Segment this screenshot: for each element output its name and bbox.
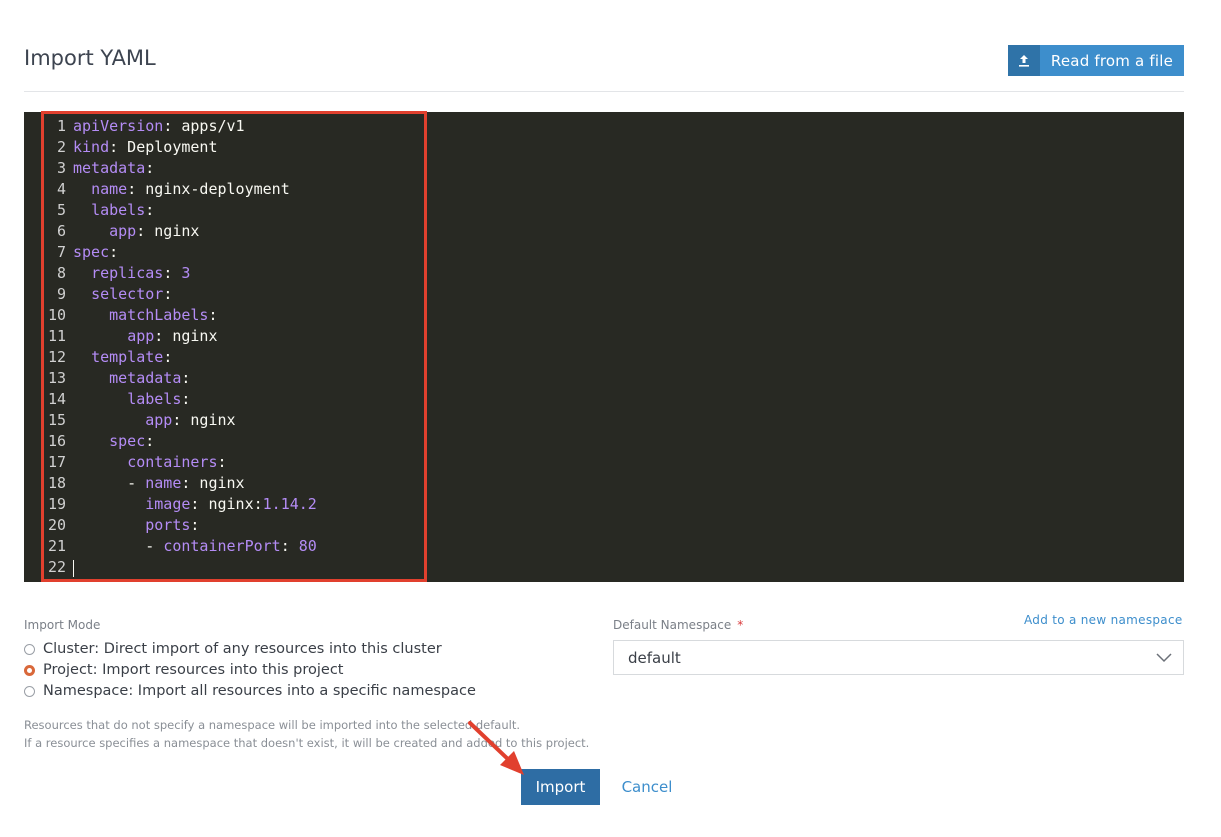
code-line: 4 name: nginx-deployment — [44, 179, 317, 200]
line-number: 21 — [47, 537, 66, 555]
code-text: labels: — [127, 390, 191, 408]
default-namespace-label: Default Namespace * — [613, 618, 743, 632]
yaml-code: 1 apiVersion: apps/v1 2 kind: Deployment 3 me… — [44, 116, 317, 578]
annotation-arrow-icon — [468, 721, 524, 775]
line-number: 8 — [56, 264, 66, 282]
code-text: - name: nginx — [73, 474, 245, 492]
line-number: 6 — [56, 222, 66, 240]
line-number: 19 — [47, 495, 66, 513]
code-text: image: nginx:1.14.2 — [145, 495, 317, 513]
code-line: 6 app: nginx — [44, 221, 317, 242]
line-number: 22 — [47, 558, 66, 576]
line-number: 1 — [56, 117, 66, 135]
radio-cluster-label: Cluster: Direct import of any resources … — [43, 641, 442, 657]
line-number: 7 — [56, 243, 66, 261]
read-from-file-label: Read from a file — [1050, 51, 1174, 70]
code-text: spec: — [73, 243, 119, 261]
header-divider — [24, 91, 1184, 92]
code-text: app: nginx — [145, 411, 236, 429]
code-text: containers: — [127, 453, 227, 471]
radio-namespace-label: Namespace: Import all resources into a s… — [43, 683, 476, 699]
namespace-selected-value: default — [628, 648, 681, 667]
code-line: 12 template: — [44, 347, 317, 368]
radio-project[interactable] — [24, 664, 35, 676]
read-from-file-button[interactable]: Read from a file — [1008, 45, 1184, 76]
code-line: 18 - name: nginx — [44, 473, 317, 494]
cancel-button[interactable]: Cancel — [612, 769, 682, 805]
radio-option-project[interactable]: Project: Import resources into this proj… — [24, 662, 344, 678]
line-number: 13 — [47, 369, 66, 387]
line-number: 9 — [56, 285, 66, 303]
import-button[interactable]: Import — [521, 769, 600, 805]
line-number: 11 — [47, 327, 66, 345]
line-number: 18 — [47, 474, 66, 492]
code-text: apiVersion: apps/v1 — [73, 117, 245, 135]
code-text: labels: — [91, 201, 155, 219]
code-text: template: — [91, 348, 173, 366]
code-line: 8 replicas: 3 — [44, 263, 317, 284]
code-line: 22 — [44, 557, 317, 578]
code-text: app: nginx — [109, 222, 200, 240]
code-line: 21 - containerPort: 80 — [44, 536, 317, 557]
add-new-namespace-link[interactable]: Add to a new namespace — [1024, 613, 1183, 627]
code-text: replicas: 3 — [91, 264, 191, 282]
default-namespace-label-text: Default Namespace — [613, 618, 732, 632]
code-line: 11 app: nginx — [44, 326, 317, 347]
code-text: spec: — [109, 432, 155, 450]
line-number: 5 — [56, 201, 66, 219]
radio-option-cluster[interactable]: Cluster: Direct import of any resources … — [24, 641, 442, 657]
code-line: 10 matchLabels: — [44, 305, 317, 326]
namespace-select[interactable]: default — [613, 640, 1184, 675]
line-number: 16 — [47, 432, 66, 450]
line-number: 10 — [47, 306, 66, 324]
code-line: 3 metadata: — [44, 158, 317, 179]
code-line: 2 kind: Deployment — [44, 137, 317, 158]
code-text: ports: — [145, 516, 200, 534]
code-text: kind: Deployment — [73, 138, 218, 156]
text-cursor — [73, 560, 74, 577]
code-line: 1 apiVersion: apps/v1 — [44, 116, 317, 137]
radio-cluster[interactable] — [24, 643, 35, 655]
line-number: 17 — [47, 453, 66, 471]
required-mark: * — [737, 618, 744, 632]
upload-icon — [1008, 45, 1040, 76]
line-number: 20 — [47, 516, 66, 534]
line-number: 3 — [56, 159, 66, 177]
code-text: name: nginx-deployment — [91, 180, 290, 198]
radio-option-namespace[interactable]: Namespace: Import all resources into a s… — [24, 683, 476, 699]
code-line: 5 labels: — [44, 200, 317, 221]
yaml-editor[interactable]: 1 apiVersion: apps/v1 2 kind: Deployment 3 me… — [24, 112, 1184, 582]
import-mode-label: Import Mode — [24, 618, 101, 632]
code-line: 15 app: nginx — [44, 410, 317, 431]
line-number: 12 — [47, 348, 66, 366]
radio-project-label: Project: Import resources into this proj… — [43, 662, 344, 678]
code-line: 7 spec: — [44, 242, 317, 263]
import-hint-default: Resources that do not specify a namespac… — [24, 718, 520, 732]
code-line: 19 image: nginx:1.14.2 — [44, 494, 317, 515]
chevron-down-icon — [1155, 650, 1173, 668]
line-number: 15 — [47, 411, 66, 429]
code-line: 14 labels: — [44, 389, 317, 410]
code-line: 13 metadata: — [44, 368, 317, 389]
code-line: 20 ports: — [44, 515, 317, 536]
line-number: 2 — [56, 138, 66, 156]
code-line: 16 spec: — [44, 431, 317, 452]
code-line: 9 selector: — [44, 284, 317, 305]
radio-namespace[interactable] — [24, 685, 35, 697]
code-text — [73, 557, 74, 578]
code-text: - containerPort: 80 — [73, 537, 317, 555]
code-text: metadata: — [109, 369, 191, 387]
code-text: metadata: — [73, 159, 155, 177]
page-title: Import YAML — [24, 46, 156, 70]
line-number: 4 — [56, 180, 66, 198]
code-text: app: nginx — [127, 327, 218, 345]
line-number: 14 — [47, 390, 66, 408]
code-text: matchLabels: — [109, 306, 218, 324]
code-text: selector: — [91, 285, 173, 303]
code-line: 17 containers: — [44, 452, 317, 473]
